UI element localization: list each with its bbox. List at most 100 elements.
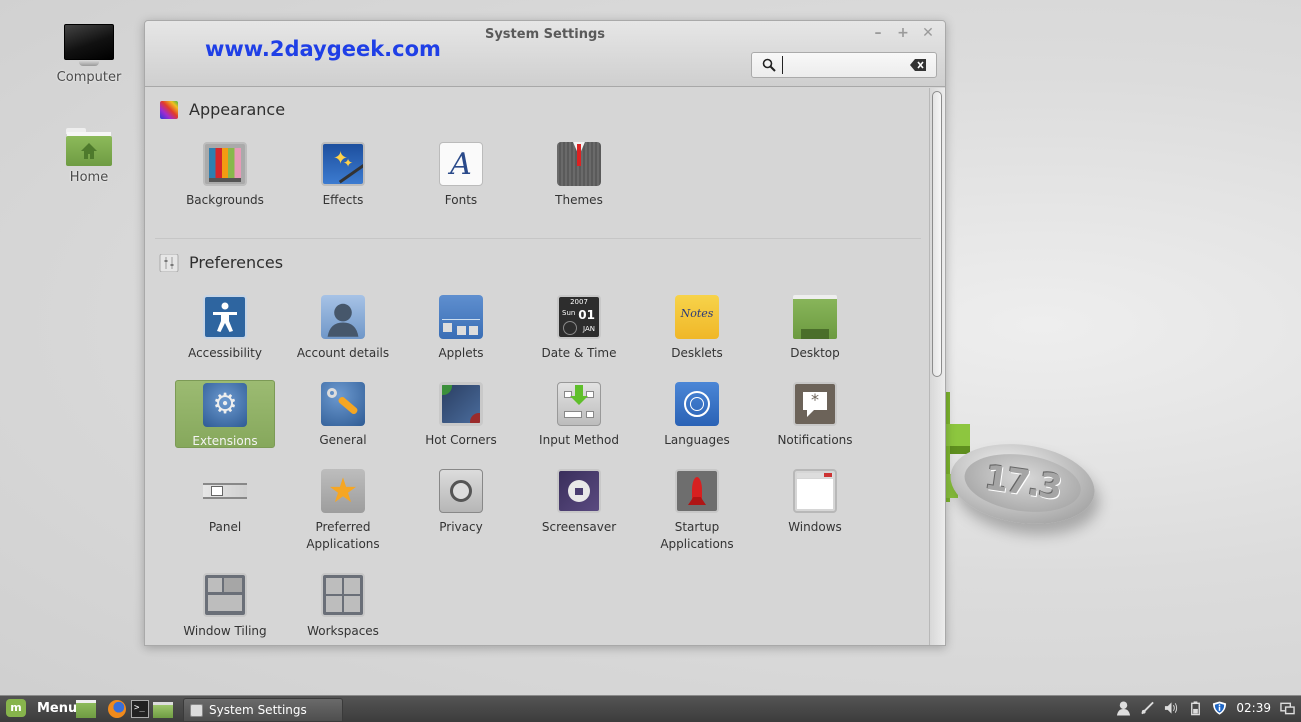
item-label: Account details	[296, 346, 390, 360]
settings-item-panel[interactable]: Panel	[175, 467, 275, 535]
notifications-icon: *	[793, 382, 837, 426]
clock[interactable]: 02:39	[1236, 701, 1271, 715]
settings-item-privacy[interactable]: Privacy	[411, 467, 511, 535]
window-titlebar[interactable]: www.2daygeek.com System Settings – + ✕	[145, 21, 945, 87]
settings-item-hot-corners[interactable]: Hot Corners	[411, 380, 511, 448]
item-label: Backgrounds	[186, 193, 264, 207]
settings-item-preferred-applications[interactable]: ★ Preferred Applications	[293, 467, 393, 551]
system-tray: 02:39	[1116, 700, 1295, 716]
computer-icon	[44, 24, 134, 66]
item-label: Startup Applications	[660, 520, 734, 551]
desktop-icon	[793, 295, 837, 339]
taskbar-item-system-settings[interactable]: System Settings	[183, 698, 343, 722]
volume-icon[interactable]	[1164, 700, 1179, 716]
menu-button[interactable]: m Menu	[6, 699, 77, 717]
item-label: Desktop	[790, 346, 840, 360]
network-icon[interactable]	[1140, 700, 1155, 716]
maximize-button[interactable]: +	[896, 25, 910, 41]
workspace-switcher-icon[interactable]	[1280, 700, 1295, 716]
show-desktop-icon[interactable]	[76, 700, 96, 718]
item-label: Accessibility	[188, 346, 262, 360]
window-tiling-icon	[203, 573, 247, 617]
firefox-icon[interactable]	[108, 700, 128, 718]
backgrounds-icon	[203, 142, 247, 186]
home-folder-icon	[66, 128, 112, 166]
item-label: Languages	[664, 433, 730, 447]
general-icon	[321, 382, 365, 426]
windows-icon	[793, 469, 837, 513]
mint-menu-icon: m	[6, 699, 26, 717]
update-shield-icon[interactable]	[1212, 700, 1227, 716]
scrollbar-thumb[interactable]	[932, 91, 942, 377]
startup-applications-icon	[675, 469, 719, 513]
close-button[interactable]: ✕	[921, 25, 935, 41]
settings-item-applets[interactable]: Applets	[411, 293, 511, 361]
battery-icon[interactable]	[1188, 700, 1203, 716]
desktop-icon-computer[interactable]: Computer	[44, 24, 134, 85]
files-icon[interactable]	[153, 700, 173, 718]
desktop-icon-label: Home	[69, 170, 109, 185]
user-icon[interactable]	[1116, 700, 1131, 716]
task-label: System Settings	[209, 703, 307, 717]
settings-item-desktop[interactable]: Desktop	[765, 293, 865, 361]
settings-item-general[interactable]: General	[293, 380, 393, 448]
preferences-icon	[159, 253, 179, 272]
search-box[interactable]	[751, 52, 937, 78]
section-header-appearance: Appearance	[159, 100, 285, 119]
item-label: Privacy	[439, 520, 483, 534]
settings-item-workspaces[interactable]: Workspaces	[293, 571, 393, 639]
fonts-icon: A	[439, 142, 483, 186]
item-label: Fonts	[444, 193, 478, 207]
settings-item-fonts[interactable]: A Fonts	[411, 140, 511, 208]
settings-item-desklets[interactable]: Notes Desklets	[647, 293, 747, 361]
item-label: Workspaces	[307, 624, 379, 638]
themes-icon	[557, 142, 601, 186]
clear-search-icon[interactable]	[910, 59, 926, 71]
item-label: Effects	[322, 193, 364, 207]
settings-item-input-method[interactable]: Input Method	[529, 380, 629, 448]
settings-item-date-time[interactable]: 2007 Sun 01 JAN Date & Time	[529, 293, 629, 361]
accessibility-icon	[203, 295, 247, 339]
privacy-icon	[439, 469, 483, 513]
appearance-icon	[160, 100, 178, 119]
screensaver-icon	[557, 469, 601, 513]
date-time-icon: 2007 Sun 01 JAN	[557, 295, 601, 339]
item-label: General	[319, 433, 367, 447]
settings-item-startup-applications[interactable]: Startup Applications	[647, 467, 747, 551]
terminal-icon[interactable]: >_	[131, 700, 151, 718]
item-label: Hot Corners	[425, 433, 497, 447]
settings-item-backgrounds[interactable]: Backgrounds	[175, 140, 275, 208]
applets-icon	[439, 295, 483, 339]
settings-item-notifications[interactable]: * Notifications	[765, 380, 865, 448]
settings-item-windows[interactable]: Windows	[765, 467, 865, 535]
system-settings-window: www.2daygeek.com System Settings – + ✕ A…	[144, 20, 946, 646]
item-label: Windows	[788, 520, 842, 534]
preferred-applications-icon: ★	[321, 469, 365, 513]
settings-item-window-tiling[interactable]: Window Tiling	[175, 571, 275, 639]
taskbar: m Menu >_ System Settings 02:39	[0, 695, 1301, 722]
settings-item-themes[interactable]: Themes	[529, 140, 629, 208]
item-label: Window Tiling	[183, 624, 267, 638]
settings-item-effects[interactable]: ✦ ✦ Effects	[293, 140, 393, 208]
settings-item-extensions[interactable]: ⚙ Extensions	[175, 380, 275, 448]
panel-icon	[203, 469, 247, 513]
settings-item-languages[interactable]: Languages	[647, 380, 747, 448]
search-input[interactable]	[782, 56, 902, 74]
desktop-icon-home[interactable]: Home	[44, 128, 134, 185]
item-label: Themes	[555, 193, 603, 207]
item-label: Input Method	[539, 433, 619, 447]
vertical-scrollbar[interactable]	[929, 88, 945, 645]
item-label: Preferred Applications	[306, 520, 380, 551]
item-label: Date & Time	[541, 346, 617, 360]
extensions-icon: ⚙	[203, 383, 247, 427]
window-title: System Settings	[484, 27, 606, 42]
section-title: Preferences	[189, 253, 284, 272]
item-label: Notifications	[777, 433, 853, 447]
settings-content: Appearance Backgrounds ✦ ✦ Effects A Fon…	[145, 88, 929, 645]
item-label: Panel	[208, 520, 242, 534]
settings-item-screensaver[interactable]: Screensaver	[529, 467, 629, 535]
workspaces-icon	[321, 573, 365, 617]
settings-item-accessibility[interactable]: Accessibility	[175, 293, 275, 361]
settings-item-account-details[interactable]: Account details	[293, 293, 393, 361]
minimize-button[interactable]: –	[871, 25, 885, 41]
